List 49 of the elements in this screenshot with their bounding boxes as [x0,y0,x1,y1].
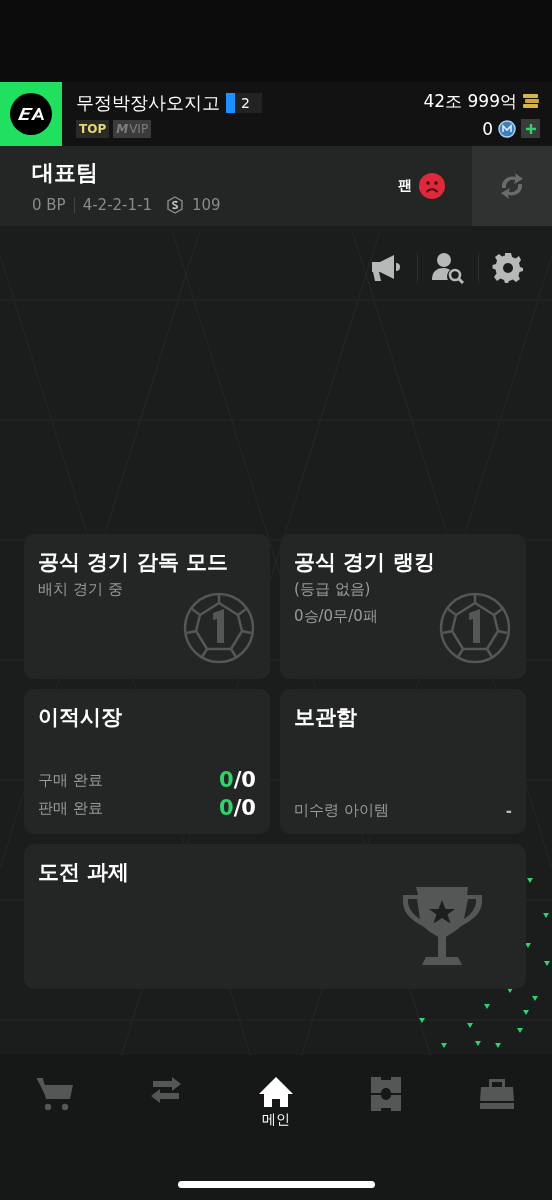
swap-arrows-icon [149,1077,182,1103]
card-title: 공식 경기 감독 모드 [38,549,229,576]
team-title[interactable]: 대표팀 [32,158,398,188]
card-subtitle: 배치 경기 중 [38,580,124,599]
card-title: 보관함 [294,704,358,731]
soccer-ball-icon [182,591,256,665]
bag-icon [478,1077,515,1109]
user-search-icon[interactable] [431,252,465,284]
player-name: 무정박장사오지고 [76,90,220,115]
currency-amount: 42조 999억 [423,89,517,113]
row-label: 구매 완료 [38,770,103,790]
card-subtitle: (등급 없음) [294,580,372,599]
coin-icon [498,119,516,138]
point-amount: 0 [482,118,493,139]
menu-card[interactable]: 도전 과제 [24,844,526,989]
coin-stack-icon [522,93,540,109]
plus-icon [524,122,537,135]
refresh-button[interactable] [472,146,552,226]
salary-value: 109 [192,196,221,214]
menu-card[interactable]: 공식 경기 랭킹 (등급 없음) 0승/0무/0패 [280,534,526,679]
count-value: 0/0 [219,796,256,820]
cart-icon [36,1077,75,1111]
card-title: 공식 경기 랭킹 [294,549,436,576]
menu-card[interactable]: 공식 경기 감독 모드 배치 경기 중 [24,534,270,679]
add-button[interactable] [521,119,540,138]
card-title: 도전 과제 [38,859,131,886]
row-value: - [505,801,512,820]
fan-label: 팬 [398,177,412,195]
level-badge: 2 [226,92,262,113]
bp-value: 0 BP [32,196,66,214]
settings-icon[interactable] [492,252,524,284]
rank-badge: MVIP [113,119,152,138]
card-title: 이적시장 [38,704,123,731]
trophy-icon [402,887,484,967]
home-icon [259,1077,293,1107]
ea-logo[interactable] [0,82,62,146]
row-label: 판매 완료 [38,798,103,818]
pitch-icon [371,1077,402,1111]
soccer-ball-icon [438,591,512,665]
rank-badge: TOP [76,119,110,138]
home-tab[interactable]: 메인 [220,1077,332,1129]
row-label: 미수령 아이템 [294,801,389,820]
menu-card[interactable]: 이적시장 구매 완료 0/0 판매 완료 0/0 [24,689,270,834]
salary-icon [166,196,185,214]
menu-card[interactable]: 보관함 미수령 아이템 - [280,689,526,834]
sad-face-icon [418,172,446,200]
card-subtitle: 0승/0무/0패 [294,607,379,626]
count-value: 0/0 [219,768,256,792]
formation-text: 4-2-2-1-1 [82,196,153,214]
